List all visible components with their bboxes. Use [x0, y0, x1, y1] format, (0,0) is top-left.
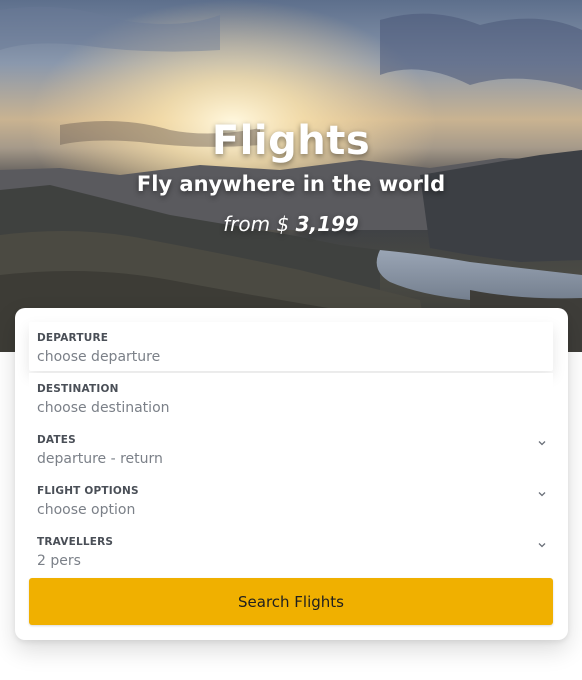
departure-field[interactable]: DEPARTURE choose departure [29, 322, 553, 371]
destination-label: DESTINATION [37, 383, 119, 395]
flight-search-card: DEPARTURE choose departure DESTINATION c… [15, 308, 568, 640]
dates-select[interactable]: departure - return [37, 451, 163, 467]
price-value: 3,199 [295, 212, 359, 236]
travellers-label: TRAVELLERS [37, 536, 114, 548]
hero-banner: Flights Fly anywhere in the world from $… [0, 0, 582, 352]
destination-field[interactable]: DESTINATION choose destination [29, 373, 553, 422]
travellers-select[interactable]: 2 pers [37, 553, 81, 569]
hero-title: Flights [211, 118, 371, 164]
chevron-down-icon[interactable] [537, 540, 547, 550]
travellers-field[interactable]: TRAVELLERS 2 pers [29, 526, 553, 575]
dates-label: DATES [37, 434, 76, 446]
hero-price: from $ 3,199 [0, 212, 582, 236]
chevron-down-icon[interactable] [537, 438, 547, 448]
departure-label: DEPARTURE [37, 332, 109, 344]
price-prefix: from $ [223, 212, 290, 236]
destination-input[interactable]: choose destination [37, 400, 170, 416]
flight-options-label: FLIGHT OPTIONS [37, 485, 139, 497]
flight-options-select[interactable]: choose option [37, 502, 135, 518]
search-flights-button[interactable]: Search Flights [29, 578, 553, 625]
hero-subtitle: Fly anywhere in the world [136, 172, 446, 196]
departure-input[interactable]: choose departure [37, 349, 160, 365]
chevron-down-icon[interactable] [537, 489, 547, 499]
dates-field[interactable]: DATES departure - return [29, 424, 553, 473]
flight-options-field[interactable]: FLIGHT OPTIONS choose option [29, 475, 553, 524]
